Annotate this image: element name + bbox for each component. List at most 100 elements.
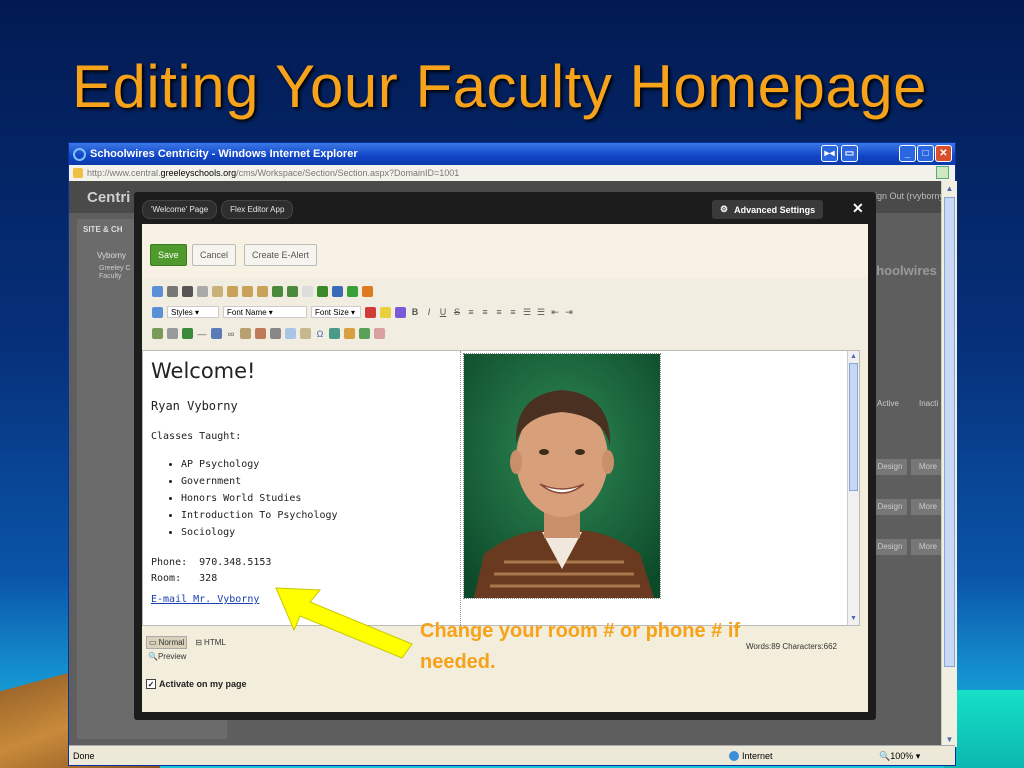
editor-mode-tabs: ▭ Normal ⊟ HTML xyxy=(146,636,228,649)
font-name-dropdown[interactable]: Font Name ▾ xyxy=(223,306,307,318)
outdent-icon[interactable]: ⇤ xyxy=(550,307,560,318)
modal-close-icon[interactable]: ✕ xyxy=(852,200,864,217)
flash-icon[interactable] xyxy=(359,328,370,339)
tab-html[interactable]: ⊟ HTML xyxy=(193,636,227,649)
indent-icon[interactable]: ⇥ xyxy=(564,307,574,318)
format-painter-icon[interactable] xyxy=(395,306,406,318)
scroll-up-icon[interactable]: ▲ xyxy=(944,183,955,194)
editor-scrollbar[interactable]: ▲ ▼ xyxy=(847,351,859,625)
settings-icon[interactable] xyxy=(362,286,373,297)
copy-icon[interactable] xyxy=(212,286,223,297)
design-button[interactable]: Design xyxy=(873,539,907,555)
align-center-icon[interactable]: ≡ xyxy=(480,307,490,317)
classes-label: Classes Taught: xyxy=(151,431,242,442)
justify-icon[interactable]: ≡ xyxy=(508,307,518,317)
maximize-button[interactable]: □ xyxy=(917,145,934,162)
preview-button[interactable]: 🔍Preview xyxy=(148,652,186,661)
italic-icon[interactable]: I xyxy=(424,307,434,317)
media-icon[interactable] xyxy=(182,328,193,339)
ie-titlebar: Schoolwires Centricity - Windows Interne… xyxy=(69,143,955,165)
ie-logo-icon xyxy=(73,147,86,161)
horizontal-rule-icon[interactable]: — xyxy=(197,329,207,339)
tab-welcome-page[interactable]: 'Welcome' Page xyxy=(142,200,218,219)
more-button[interactable]: More xyxy=(911,499,941,515)
scroll-down-icon[interactable]: ▼ xyxy=(944,734,955,745)
underline-icon[interactable]: U xyxy=(438,307,448,317)
address-bar[interactable]: http://www.central. greeleyschools.org/cm… xyxy=(69,165,955,182)
content-editor[interactable]: Welcome! Ryan Vyborny Classes Taught: AP… xyxy=(142,350,860,626)
paste-word-icon[interactable] xyxy=(257,286,268,297)
template-icon[interactable] xyxy=(332,286,343,297)
email-link[interactable]: E-mail Mr. Vyborny xyxy=(151,594,259,605)
pencil-icon[interactable] xyxy=(167,328,178,339)
align-right-icon[interactable]: ≡ xyxy=(494,307,504,317)
strikethrough-icon[interactable]: S xyxy=(452,307,462,317)
eraser-icon[interactable] xyxy=(374,328,385,339)
editor-scroll-thumb[interactable] xyxy=(849,363,858,491)
link-icon[interactable]: ∞ xyxy=(226,329,236,339)
paste-text-icon[interactable] xyxy=(242,286,253,297)
calendar-icon[interactable] xyxy=(329,328,340,339)
zoom-level[interactable]: 🔍100% ▾ xyxy=(879,751,920,762)
editor-scroll-down-icon[interactable]: ▼ xyxy=(848,614,859,624)
font-color-icon[interactable] xyxy=(365,306,376,318)
design-button[interactable]: Design xyxy=(873,459,907,475)
scroll-thumb[interactable] xyxy=(944,197,955,667)
sidebar-subitem[interactable]: Greeley C Faculty xyxy=(99,265,139,281)
advanced-settings-button[interactable]: ⚙ Advanced Settings xyxy=(712,200,824,219)
status-text: Done xyxy=(73,751,95,761)
widget-icon[interactable] xyxy=(344,328,355,339)
styles-dropdown[interactable]: Styles ▾ xyxy=(167,306,219,318)
undo-icon[interactable] xyxy=(272,286,283,297)
list-item: Introduction To Psychology xyxy=(181,507,452,524)
checkbox-checked-icon[interactable]: ✓ xyxy=(146,679,156,689)
sidebar-item-vyborny[interactable]: Vyborny xyxy=(97,251,126,260)
bold-icon[interactable]: B xyxy=(410,307,420,317)
email-link-icon[interactable] xyxy=(255,328,266,339)
minimize-button[interactable]: _ xyxy=(899,145,916,162)
align-left-icon[interactable]: ≡ xyxy=(466,307,476,317)
modal-breadcrumb: 'Welcome' Page Flex Editor App xyxy=(142,200,294,219)
activate-checkbox[interactable]: ✓ Activate on my page xyxy=(146,679,247,689)
special-char-icon[interactable]: Ω xyxy=(315,329,325,339)
dreamweaver-icon[interactable] xyxy=(317,286,328,297)
create-e-alert-button[interactable]: Create E-Alert xyxy=(244,244,318,266)
check-icon[interactable] xyxy=(347,286,358,297)
unlink-icon[interactable] xyxy=(240,328,251,339)
list-item: Government xyxy=(181,473,452,490)
anchor-icon[interactable] xyxy=(211,328,222,339)
save-button[interactable]: Save xyxy=(150,244,187,266)
advanced-settings-label: Advanced Settings xyxy=(734,204,816,215)
document-icon[interactable] xyxy=(270,328,281,339)
cancel-button[interactable]: Cancel xyxy=(192,244,237,266)
bulleted-list-icon[interactable]: ☰ xyxy=(536,307,546,318)
print-icon[interactable] xyxy=(167,286,178,297)
teacher-photo[interactable] xyxy=(463,353,661,599)
sign-out-link[interactable]: Sign Out (rvyborny) xyxy=(869,191,941,201)
highlight-color-icon[interactable] xyxy=(380,306,391,318)
find-icon[interactable] xyxy=(182,286,193,297)
window-close-button[interactable]: ✕ xyxy=(935,145,952,162)
url-prefix: http://www.central. xyxy=(87,168,161,178)
tab-view-icon[interactable]: ▭ xyxy=(841,145,858,162)
compat-view-icon[interactable]: ▸◂ xyxy=(821,145,838,162)
more-button[interactable]: More xyxy=(911,539,941,555)
table-icon[interactable] xyxy=(285,328,296,339)
tab-flex-editor-app[interactable]: Flex Editor App xyxy=(221,200,294,219)
url-host: greeleyschools.org xyxy=(160,168,237,178)
tab-normal[interactable]: ▭ Normal xyxy=(146,636,188,649)
insert-image-icon[interactable] xyxy=(152,328,163,339)
redo-icon[interactable] xyxy=(287,286,298,297)
numbered-list-icon[interactable]: ☰ xyxy=(522,307,532,318)
page-scrollbar[interactable]: ▲ ▼ xyxy=(941,181,957,747)
select-all-icon[interactable] xyxy=(302,286,313,297)
font-size-dropdown[interactable]: Font Size ▾ xyxy=(311,306,361,318)
form-icon[interactable] xyxy=(300,328,311,339)
spellcheck-icon[interactable] xyxy=(152,286,163,297)
editor-scroll-up-icon[interactable]: ▲ xyxy=(848,352,859,362)
more-button[interactable]: More xyxy=(911,459,941,475)
paste-icon[interactable] xyxy=(227,286,238,297)
cut-icon[interactable] xyxy=(197,286,208,297)
compatibility-icon[interactable] xyxy=(936,166,949,179)
design-button[interactable]: Design xyxy=(873,499,907,515)
